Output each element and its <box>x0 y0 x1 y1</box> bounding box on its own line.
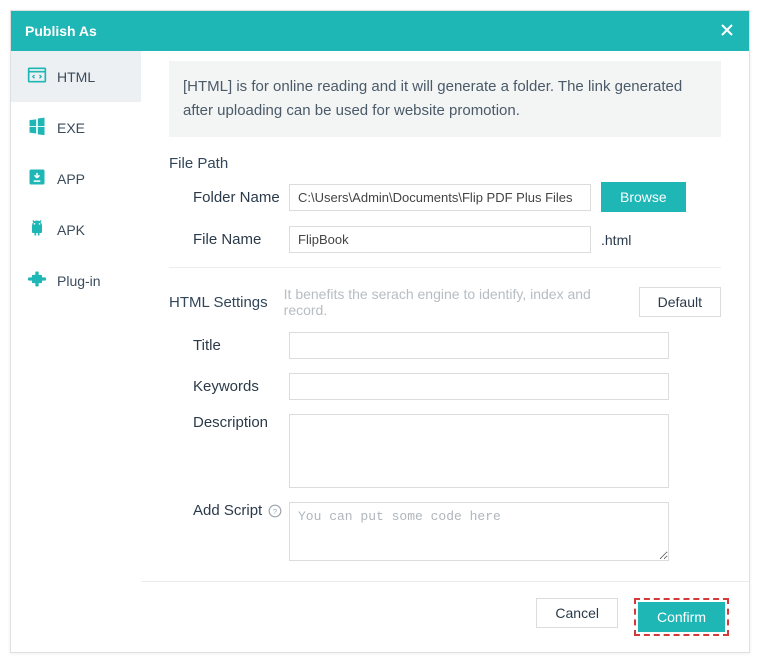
titlebar: Publish As <box>11 11 749 51</box>
cancel-button[interactable]: Cancel <box>536 598 618 628</box>
sidebar-item-label: APK <box>57 222 85 238</box>
windows-icon <box>27 116 47 139</box>
add-script-input[interactable] <box>289 502 669 561</box>
format-description: [HTML] is for online reading and it will… <box>169 61 721 137</box>
svg-text:?: ? <box>273 507 277 516</box>
sidebar-item-label: EXE <box>57 120 85 136</box>
file-name-label: File Name <box>169 231 289 248</box>
sidebar-item-label: APP <box>57 171 85 187</box>
html-settings-heading: HTML Settings <box>169 294 268 311</box>
divider <box>169 267 721 268</box>
confirm-highlight: Confirm <box>634 598 729 636</box>
sidebar-item-label: Plug-in <box>57 273 101 289</box>
plugin-icon <box>27 269 47 292</box>
publish-dialog: Publish As HTML EXE <box>10 10 750 653</box>
folder-name-input[interactable] <box>289 184 591 211</box>
sidebar-item-app[interactable]: APP <box>11 153 141 204</box>
settings-hint: It benefits the serach engine to identif… <box>284 286 623 318</box>
sidebar-item-apk[interactable]: APK <box>11 204 141 255</box>
sidebar: HTML EXE APP APK <box>11 51 141 652</box>
keywords-label: Keywords <box>169 378 289 395</box>
sidebar-item-plugin[interactable]: Plug-in <box>11 255 141 306</box>
title-input[interactable] <box>289 332 669 359</box>
dialog-footer: Cancel Confirm <box>141 581 749 652</box>
keywords-input[interactable] <box>289 373 669 400</box>
description-label: Description <box>169 414 289 431</box>
title-label: Title <box>169 337 289 354</box>
dialog-title: Publish As <box>25 23 97 39</box>
download-app-icon <box>27 167 47 190</box>
html-icon <box>27 65 47 88</box>
help-icon[interactable]: ? <box>268 504 282 518</box>
confirm-button[interactable]: Confirm <box>638 602 725 632</box>
main-panel: [HTML] is for online reading and it will… <box>141 51 749 652</box>
sidebar-item-label: HTML <box>57 69 95 85</box>
file-path-heading: File Path <box>169 155 721 172</box>
sidebar-item-html[interactable]: HTML <box>11 51 141 102</box>
file-extension-label: .html <box>601 232 631 248</box>
description-input[interactable] <box>289 414 669 488</box>
folder-name-label: Folder Name <box>169 189 289 206</box>
file-name-input[interactable] <box>289 226 591 253</box>
browse-button[interactable]: Browse <box>601 182 686 212</box>
android-icon <box>27 218 47 241</box>
default-button[interactable]: Default <box>639 287 721 317</box>
add-script-label: Add Script ? <box>169 502 289 519</box>
close-icon[interactable] <box>719 22 735 41</box>
sidebar-item-exe[interactable]: EXE <box>11 102 141 153</box>
